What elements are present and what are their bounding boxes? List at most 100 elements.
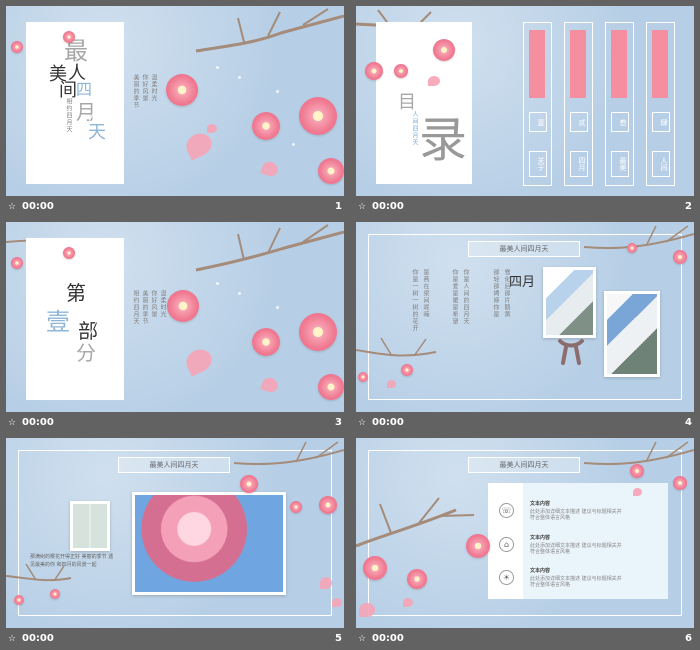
white-dot (238, 76, 241, 79)
pink-flower (299, 313, 337, 351)
white-dot (276, 306, 279, 309)
slide-thumbnail-1[interactable]: 最 美 人 间 四 月 天 相约四月天 美丽的季节 你好风景 温柔时光 ☆ 00… (6, 6, 344, 218)
play-icon[interactable]: ☆ (8, 198, 16, 216)
pink-petal (332, 598, 342, 607)
pink-flower (167, 290, 199, 322)
slide-number: 3 (335, 417, 342, 428)
body-text-col-1: 相约四月天 (132, 290, 139, 325)
white-dot (216, 282, 219, 285)
feature-title-1: 文本内容 (530, 501, 551, 507)
white-dot (276, 90, 279, 93)
toc-pink-bar-1 (529, 30, 545, 98)
pink-flower (466, 534, 490, 558)
title-subtext-col: 相约四月天 (65, 98, 72, 133)
toc-pink-bar-4 (652, 30, 668, 98)
toc-title-3: 最美 (611, 151, 629, 177)
pink-flower (50, 589, 60, 599)
slide-time: 00:00 (22, 201, 54, 212)
slide-thumbnail-6[interactable]: 最美人间四月天 ☏ ⌂ ☀ 文本内容 文本内容 文本内容 此处添加详细文本描述 … (356, 438, 694, 650)
slide-6-caption: ☆ 00:00 6 (356, 630, 694, 648)
poem-col-4: 你是人间的四月天 (462, 269, 469, 325)
white-title-panel (26, 238, 124, 400)
pink-flower (630, 464, 644, 478)
pink-petal (182, 129, 216, 161)
body-text-col-4: 温柔时光 (159, 290, 166, 318)
white-dot (238, 292, 241, 295)
pink-petal (260, 375, 280, 395)
white-dot (216, 66, 219, 69)
pink-flower (11, 257, 23, 269)
slide-number: 4 (685, 417, 692, 428)
pink-flower (299, 97, 337, 135)
pink-flower (358, 372, 368, 382)
bulb-icon: ☀ (499, 570, 514, 585)
pink-petal (403, 598, 413, 607)
slide-time: 00:00 (372, 201, 404, 212)
catalog-subtitle: 人间四月天 (411, 111, 418, 146)
slide-time: 00:00 (22, 633, 54, 644)
slide-thumbnail-5[interactable]: 最美人间四月天 那满树的樱花开得正好 美丽的季节 遇见最美的你 和四月的风景一起… (6, 438, 344, 650)
play-icon[interactable]: ☆ (358, 414, 366, 432)
white-blossom-photo-2 (604, 291, 660, 377)
cherry-blossom-photo (132, 492, 286, 595)
pink-petal (428, 76, 440, 86)
slide-1-canvas: 最 美 人 间 四 月 天 相约四月天 美丽的季节 你好风景 温柔时光 (6, 6, 344, 196)
slide-5-canvas: 最美人间四月天 那满树的樱花开得正好 美丽的季节 遇见最美的你 和四月的风景一起 (6, 438, 344, 628)
toc-title-2: 四月 (570, 151, 588, 177)
slide-4-caption: ☆ 00:00 4 (356, 414, 694, 432)
toc-number-1: 壹 (529, 112, 547, 132)
pink-flower (63, 31, 75, 43)
body-text-col-3: 温柔时光 (150, 74, 157, 102)
toc-pink-bar-2 (570, 30, 586, 98)
slide-thumbnail-2[interactable]: 目 录 人间四月天 壹 贰 叁 肆 关于 四月 最美 人间 ☆ 00:00 2 (356, 6, 694, 218)
slide-number: 5 (335, 633, 342, 644)
toc-title-4: 人间 (652, 151, 670, 177)
pink-flower (252, 112, 280, 140)
section-heading: 最美人间四月天 (118, 457, 230, 473)
pink-flower (394, 64, 408, 78)
body-text-col-2: 你好风景 (141, 74, 148, 102)
body-text-col-3: 你好风景 (150, 290, 157, 318)
pink-petal (633, 488, 642, 496)
play-icon[interactable]: ☆ (358, 630, 366, 648)
pink-petal (182, 345, 216, 377)
pink-flower (673, 476, 687, 490)
feature-title-3: 文本内容 (530, 568, 551, 574)
slide-5-caption: ☆ 00:00 5 (6, 630, 344, 648)
play-icon[interactable]: ☆ (358, 198, 366, 216)
pink-flower (363, 556, 387, 580)
window-plant-photo (70, 501, 110, 551)
play-icon[interactable]: ☆ (8, 630, 16, 648)
slide-thumbnail-3[interactable]: 第 壹 部 分 相约四月天 美丽的季节 你好风景 温柔时光 ☆ 00:00 3 (6, 222, 344, 434)
section-heading: 最美人间四月天 (468, 457, 580, 473)
slide-3-canvas: 第 壹 部 分 相约四月天 美丽的季节 你好风景 温柔时光 (6, 222, 344, 412)
feature-body-1: 此处添加详细文本描述 建议与标题相关并符合整体语言风格 (530, 509, 622, 521)
pink-flower (673, 250, 687, 264)
slide-6-canvas: 最美人间四月天 ☏ ⌂ ☀ 文本内容 文本内容 文本内容 此处添加详细文本描述 … (356, 438, 694, 628)
toc-number-2: 贰 (570, 112, 588, 132)
slide-time: 00:00 (372, 417, 404, 428)
slide-thumbnail-4[interactable]: 最美人间四月天 你是一树一树的花开 是燕在梁间呢喃 你是爱是暖是希望 你是人间的… (356, 222, 694, 434)
poem-col-5: 那轻那娉婷你是 (492, 269, 499, 318)
pink-petal (359, 603, 375, 617)
toc-number-4: 肆 (652, 112, 670, 132)
pink-flower (627, 243, 637, 253)
left-caption: 那满树的樱花开得正好 美丽的季节 遇见最美的你 和四月的风景一起 (30, 554, 114, 568)
title-char-tian: 天 (88, 122, 106, 143)
slide-3-caption: ☆ 00:00 3 (6, 414, 344, 432)
play-icon[interactable]: ☆ (8, 414, 16, 432)
pink-flower (63, 247, 75, 259)
ribbon-icon (558, 339, 584, 365)
home-icon: ⌂ (499, 537, 514, 552)
slide-number: 1 (335, 201, 342, 212)
slide-time: 00:00 (372, 633, 404, 644)
toc-title-1: 关于 (529, 151, 547, 177)
pink-flower (407, 569, 427, 589)
pink-flower (318, 158, 344, 184)
white-blossom-photo-1 (543, 267, 596, 338)
white-dot (292, 143, 295, 146)
pink-flower (252, 328, 280, 356)
body-text-col-1: 美丽的季节 (132, 74, 139, 109)
section-one-char: 壹 (46, 308, 70, 336)
slide-number: 2 (685, 201, 692, 212)
